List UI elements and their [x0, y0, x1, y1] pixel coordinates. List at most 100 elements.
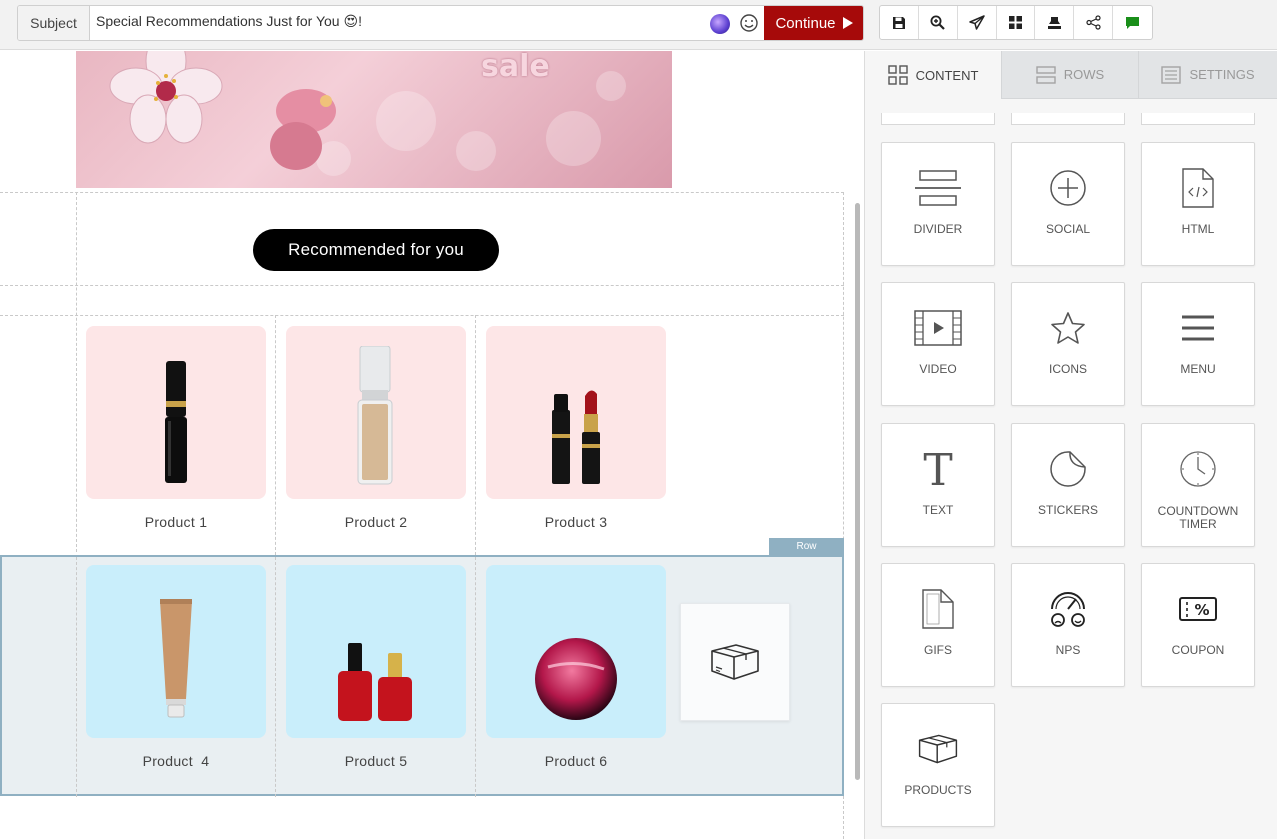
continue-label: Continue	[775, 14, 836, 32]
sale-banner-image[interactable]: sale	[76, 51, 672, 188]
product-label: Product 6	[544, 753, 608, 769]
blossom-illustration	[109, 51, 223, 144]
dragging-products-block[interactable]	[680, 603, 790, 721]
tile-nps[interactable]: NPS	[1011, 563, 1125, 687]
product-card-5[interactable]	[286, 565, 466, 738]
layout-button[interactable]	[997, 6, 1036, 39]
panel-tabs: CONTENT ROWS SETTINGS	[865, 51, 1277, 99]
canvas-scrollbar[interactable]	[855, 203, 860, 780]
row-divider	[0, 192, 844, 193]
save-button[interactable]	[880, 6, 919, 39]
comments-button[interactable]	[1113, 6, 1152, 39]
column-divider	[475, 315, 476, 555]
tile-products[interactable]: PRODUCTS	[881, 703, 995, 827]
text-t-icon: T	[923, 449, 952, 489]
product-label: Product 5	[344, 753, 408, 769]
product-card-4[interactable]	[86, 565, 266, 738]
tile-html[interactable]: HTML	[1141, 142, 1255, 266]
foundation-image	[357, 346, 393, 485]
tile-label: SOCIAL	[1045, 222, 1090, 236]
row-divider	[0, 315, 844, 316]
play-arrow-icon	[842, 17, 853, 29]
product-card-2[interactable]	[286, 326, 466, 499]
tab-label: ROWS	[1063, 67, 1105, 82]
tile-partial[interactable]	[1011, 113, 1125, 125]
product-label: Product 2	[344, 514, 408, 530]
svg-text:%: %	[1194, 601, 1209, 619]
tile-label: COUPON	[1171, 643, 1225, 657]
video-icon	[914, 310, 962, 346]
tile-countdown[interactable]: COUNTDOWN TIMER	[1141, 423, 1255, 547]
top-bar: Subject Special Recommendations Just for…	[0, 0, 1277, 50]
nail-polish-image	[338, 643, 412, 721]
tile-label: NPS	[1055, 643, 1081, 657]
recommended-button[interactable]: Recommended for you	[253, 229, 499, 271]
tile-divider[interactable]: DIVIDER	[881, 142, 995, 266]
email-canvas[interactable]: sale Recommended for you Product 1 Produ…	[0, 51, 852, 839]
tab-label: SETTINGS	[1189, 67, 1255, 82]
cream-tube-image	[160, 599, 192, 718]
continue-button[interactable]: Continue	[764, 6, 863, 40]
tab-rows[interactable]: ROWS	[1002, 51, 1139, 99]
stamp-button[interactable]	[1035, 6, 1075, 39]
tile-partial[interactable]	[1141, 113, 1255, 125]
tile-stickers[interactable]: STICKERS	[1011, 423, 1125, 547]
clock-icon	[1180, 451, 1216, 487]
tile-icons[interactable]: ICONS	[1011, 282, 1125, 406]
social-plus-icon	[1050, 170, 1086, 206]
send-icon	[968, 15, 985, 30]
grid-icon	[887, 65, 908, 85]
row-selection-tag[interactable]: Row	[769, 538, 844, 555]
sticker-icon	[1050, 451, 1086, 487]
tab-label: CONTENT	[915, 67, 979, 83]
save-icon	[892, 16, 905, 29]
tile-label: DIVIDER	[913, 222, 963, 236]
row-divider	[0, 285, 844, 286]
column-divider	[275, 315, 276, 555]
html-file-icon	[1182, 168, 1214, 208]
tile-label: ICONS	[1048, 362, 1087, 376]
tab-content[interactable]: CONTENT	[865, 51, 1002, 99]
product-card-3[interactable]	[486, 326, 666, 499]
send-test-button[interactable]	[958, 6, 997, 39]
subject-label: Subject	[18, 6, 90, 40]
banner-sale-text: sale	[481, 51, 550, 84]
product-label: Product 3	[544, 514, 608, 530]
column-divider	[275, 557, 276, 797]
column-divider	[475, 557, 476, 797]
lipsticks-image	[552, 390, 600, 484]
share-icon	[1086, 15, 1101, 30]
column-divider	[76, 557, 77, 797]
tile-social[interactable]: SOCIAL	[1011, 142, 1125, 266]
zoom-button[interactable]	[919, 6, 958, 39]
tile-label: PRODUCTS	[904, 783, 972, 797]
tile-label: COUNTDOWN TIMER	[1157, 504, 1239, 531]
product-card-6[interactable]	[486, 565, 666, 738]
subject-field: Subject Special Recommendations Just for…	[17, 5, 864, 41]
column-divider	[76, 192, 77, 552]
tile-partial[interactable]	[881, 113, 995, 125]
tile-text[interactable]: T TEXT	[881, 423, 995, 547]
tile-gifs[interactable]: GIFS	[881, 563, 995, 687]
product-card-1[interactable]	[86, 326, 266, 499]
gif-file-icon	[922, 589, 954, 629]
mascara-image	[165, 361, 187, 483]
hamburger-icon	[1182, 315, 1214, 341]
tile-menu[interactable]: MENU	[1141, 282, 1255, 406]
tile-coupon[interactable]: % COUPON	[1141, 563, 1255, 687]
divider-icon	[915, 170, 961, 206]
rows-icon	[1036, 65, 1056, 84]
tab-settings[interactable]: SETTINGS	[1139, 51, 1277, 99]
tile-label: MENU	[1180, 362, 1216, 376]
tile-video[interactable]: VIDEO	[881, 282, 995, 406]
box-icon	[918, 734, 958, 764]
tile-label: VIDEO	[919, 362, 957, 376]
subject-input[interactable]: Special Recommendations Just for You 😍!	[96, 6, 696, 40]
tile-label: STICKERS	[1037, 503, 1098, 517]
ai-assist-icon[interactable]	[710, 14, 730, 34]
emoji-picker-icon[interactable]	[739, 13, 759, 33]
star-icon	[1051, 312, 1085, 344]
share-button[interactable]	[1074, 6, 1114, 39]
tile-label: HTML	[1181, 222, 1215, 236]
zoom-in-icon	[930, 15, 946, 30]
